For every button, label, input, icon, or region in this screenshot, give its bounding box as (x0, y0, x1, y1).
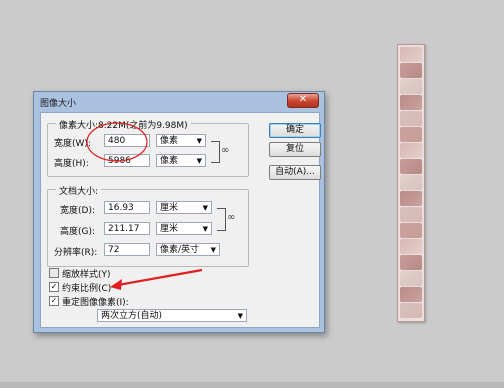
annotation-arrow-line (117, 268, 203, 287)
annotation-overlay (86, 122, 203, 290)
annotation-arrow-head (110, 279, 122, 290)
annotation-circle (86, 122, 148, 162)
